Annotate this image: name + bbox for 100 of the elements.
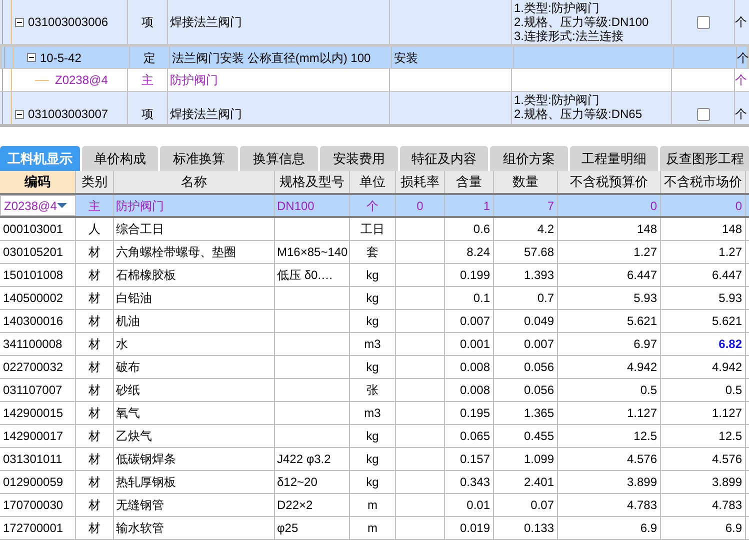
column-header[interactable]: 编码 xyxy=(0,171,76,193)
spec-cell: M16×85~140 xyxy=(275,241,350,263)
name-cell: 热轧厚钢板 xyxy=(114,471,275,493)
market-price-cell: 4.576 xyxy=(661,448,746,470)
tab[interactable]: 单价构成 xyxy=(82,146,158,171)
name-cell-text: 法兰阀门安装 公称直径(mm以内) 100 xyxy=(172,50,371,66)
material-row[interactable]: 172700001 材 输水软管 φ25 m 0.019 0.133 6.9 6.9 xyxy=(0,517,749,540)
content-cell-text: 安装 xyxy=(394,50,418,66)
budget-price-cell: 12.5 xyxy=(558,425,661,447)
tab[interactable]: 标准换算 xyxy=(160,146,238,171)
column-header[interactable]: 数量 xyxy=(494,171,558,193)
dropdown-arrow-icon[interactable] xyxy=(56,203,67,208)
content-cell: 0.199 xyxy=(445,264,494,286)
unit-cell: kg xyxy=(350,471,396,493)
material-row[interactable]: 031301011 材 低碳钢焊条 J422 φ3.2 kg 0.157 1.099 4.576 4.576 xyxy=(0,448,749,471)
category-cell: 材 xyxy=(76,379,114,401)
tab[interactable]: 安装费用 xyxy=(320,146,398,171)
code-cell[interactable]: Z0238@4 xyxy=(0,195,76,216)
budget-price-cell: 6.447 xyxy=(558,264,661,286)
material-row[interactable]: 142900015 材 氧气 m3 0.195 1.365 1.127 1.127 xyxy=(0,402,749,425)
tab[interactable]: 组价方案 xyxy=(490,146,568,171)
spec-cell: J422 φ3.2 xyxy=(275,448,350,470)
collapse-icon[interactable] xyxy=(27,53,36,62)
quantity-cell: 0.056 xyxy=(494,356,558,378)
name-cell: 无缝钢管 xyxy=(114,494,275,516)
material-row[interactable]: 140300016 材 机油 kg 0.007 0.049 5.621 5.621 xyxy=(0,310,749,333)
material-row[interactable]: 142900017 材 乙炔气 kg 0.065 0.455 12.5 12.5 xyxy=(0,425,749,448)
unit-cell-text: 个 xyxy=(735,14,747,31)
unit-cell-text: 个 xyxy=(737,50,749,66)
name-cell: 机油 xyxy=(114,310,275,332)
material-row[interactable]: 140500002 材 白铅油 kg 0.1 0.7 5.93 5.93 xyxy=(0,287,749,310)
name-cell-text: 焊接法兰阀门 xyxy=(170,14,242,31)
content-cell: 0.1 xyxy=(445,287,494,309)
name-cell-text: 防护阀门 xyxy=(170,72,218,89)
material-row[interactable]: 030105201 材 六角螺栓带螺母、垫圈 M16×85~140 套 8.24 57.68 1.27 1.27 xyxy=(0,241,749,264)
collapse-icon[interactable] xyxy=(15,18,24,26)
column-header[interactable]: 名称 xyxy=(114,171,275,193)
tab[interactable]: 特征及内容 xyxy=(400,146,488,171)
code-cell: 000103001 xyxy=(0,218,76,240)
column-header[interactable]: 损耗率 xyxy=(396,171,445,193)
tab[interactable]: 反查图形工程 xyxy=(660,146,749,171)
unit-cell: m xyxy=(350,517,396,539)
unit-cell: kg xyxy=(350,356,396,378)
feature-line: 2.规格、压力等级:DN65 xyxy=(514,107,644,121)
category-cell: 材 xyxy=(76,264,114,286)
column-header[interactable]: 类别 xyxy=(76,171,114,193)
tab[interactable]: 换算信息 xyxy=(240,146,318,171)
bill-row[interactable]: 10-5-42 定 法兰阀门安装 公称直径(mm以内) 100 安装 个 xyxy=(0,45,749,69)
code-cell-text: 10-5-42 xyxy=(40,50,82,66)
code-cell: 012900059 xyxy=(0,471,76,493)
code-cell: 150101008 xyxy=(0,264,76,286)
material-row[interactable]: Z0238@4 主 防护阀门 DN100 个 0 1 7 0 0 xyxy=(0,195,749,218)
budget-price-cell: 3.899 xyxy=(558,471,661,493)
spec-cell: D22×2 xyxy=(275,494,350,516)
market-price-cell: 5.621 xyxy=(661,310,746,332)
unit-cell: kg xyxy=(350,310,396,332)
unit-cell-text: 个 xyxy=(735,106,747,123)
column-header[interactable]: 不含税市场价 xyxy=(661,171,746,193)
market-price-cell: 5.93 xyxy=(661,287,746,309)
spec-cell: φ25 xyxy=(275,517,350,539)
category-cell: 主 xyxy=(76,195,114,216)
checkbox[interactable] xyxy=(696,16,710,28)
column-header[interactable]: 不含税预算价 xyxy=(558,171,661,193)
code-cell: 031107007 xyxy=(0,379,76,401)
market-price-cell: 12.5 xyxy=(661,425,746,447)
content-cell: 0.008 xyxy=(445,379,494,401)
quantity-cell: 57.68 xyxy=(494,241,558,263)
unit-cell: kg xyxy=(350,448,396,470)
collapse-icon[interactable] xyxy=(15,110,24,118)
name-cell: 破布 xyxy=(114,356,275,378)
tab[interactable]: 工程量明细 xyxy=(570,146,658,171)
material-row[interactable]: 341100008 材 水 m3 0.001 0.007 6.97 6.82 xyxy=(0,333,749,356)
material-row[interactable]: 170700030 材 无缝钢管 D22×2 m 0.01 0.07 4.783 4.783 xyxy=(0,494,749,517)
bill-row[interactable]: 031003003006 项 焊接法兰阀门 1.类型:防护阀门 2.规格、压力等级:DN100 3.连接形式:法兰连接 个 xyxy=(0,0,749,45)
material-row[interactable]: 031107007 材 砂纸 张 0.008 0.056 0.5 0.5 xyxy=(0,379,749,402)
spec-cell: 低压 δ0.… xyxy=(275,264,350,286)
type-cell-text: 主 xyxy=(142,72,154,89)
market-price-cell: 148 xyxy=(661,218,746,240)
material-row[interactable]: 012900059 材 热轧厚钢板 δ12~20 kg 0.343 2.401 3.899 3.899 xyxy=(0,471,749,494)
category-cell: 材 xyxy=(76,448,114,470)
bill-row[interactable]: 031003003007 项 焊接法兰阀门 1.类型:防护阀门 2.规格、压力等级:DN65 个 xyxy=(0,92,749,124)
bill-row[interactable]: Z0238@4 主 防护阀门 个 xyxy=(0,69,749,92)
budget-price-cell: 1.127 xyxy=(558,402,661,424)
market-price-cell: 6.9 xyxy=(661,517,746,539)
content-cell: 8.24 xyxy=(445,241,494,263)
column-header[interactable]: 单位 xyxy=(350,171,396,193)
market-price-cell: 1.127 xyxy=(661,402,746,424)
unit-cell: m3 xyxy=(350,402,396,424)
checkbox[interactable] xyxy=(696,108,710,120)
category-cell: 材 xyxy=(76,425,114,447)
material-row[interactable]: 022700032 材 破布 kg 0.008 0.056 4.942 4.942 xyxy=(0,356,749,379)
content-cell: 0.01 xyxy=(445,494,494,516)
quantity-cell: 7 xyxy=(494,195,558,216)
column-header[interactable]: 含量 xyxy=(445,171,494,193)
name-cell-text: 焊接法兰阀门 xyxy=(170,106,242,123)
material-row[interactable]: 000103001 人 综合工日 工日 0.6 4.2 148 148 xyxy=(0,218,749,241)
column-header[interactable]: 规格及型号 xyxy=(275,171,350,193)
market-price-cell: 3.899 xyxy=(661,471,746,493)
material-row[interactable]: 150101008 材 石棉橡胶板 低压 δ0.… kg 0.199 1.393 6.447 6.447 xyxy=(0,264,749,287)
unit-cell: m3 xyxy=(350,333,396,355)
